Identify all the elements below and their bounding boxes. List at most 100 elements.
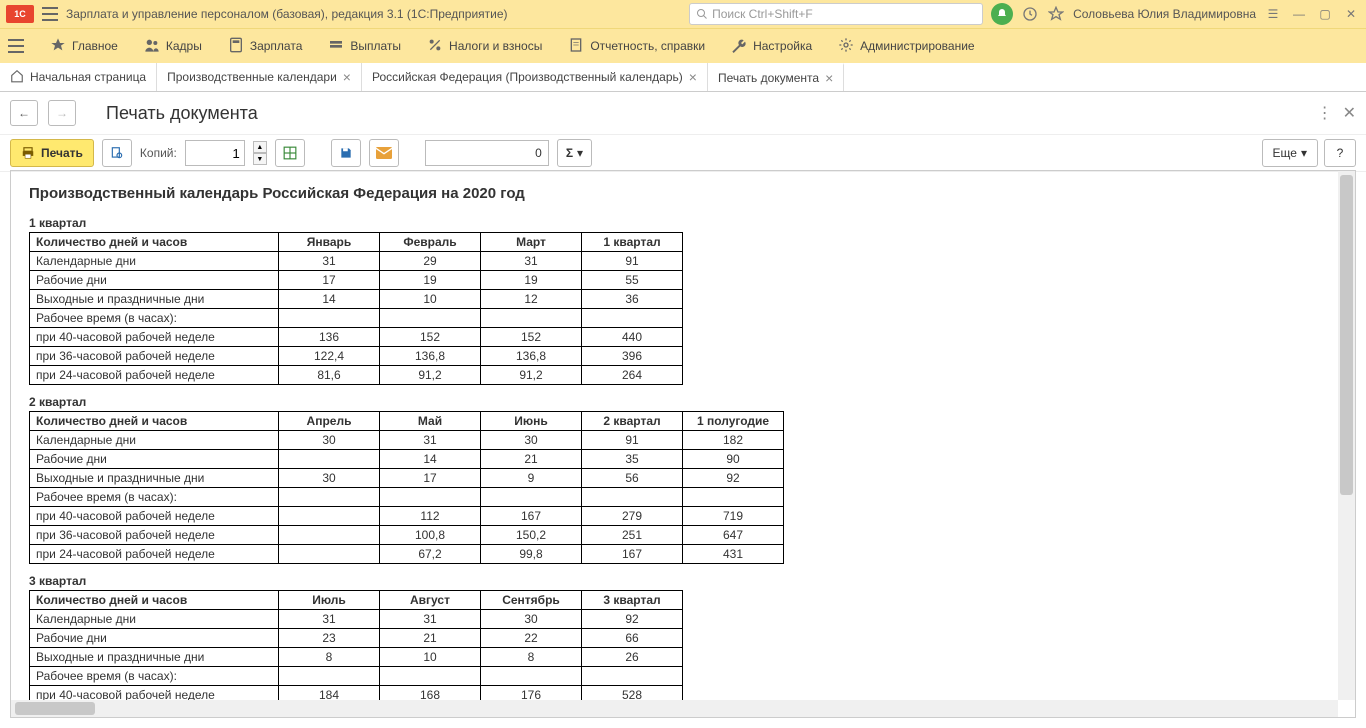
table-cell: 55 [582,271,683,290]
table-header: Количество дней и часов [30,591,279,610]
mainmenu-label: Налоги и взносы [449,39,542,53]
scrollbar-vertical[interactable] [1338,171,1355,700]
sum-button[interactable]: Σ▾ [557,139,592,167]
table-cell [380,309,481,328]
preview-button[interactable] [102,139,132,167]
table-cell [481,488,582,507]
notifications-button[interactable] [991,3,1013,25]
row-label: Рабочее время (в часах): [30,488,279,507]
mainmenu-item[interactable]: Налоги и взносы [427,37,542,56]
scrollbar-thumb[interactable] [1340,175,1353,495]
table-header: Апрель [279,412,380,431]
tab-close-icon[interactable]: × [689,69,697,85]
sections-icon[interactable] [8,39,24,53]
table-cell: 31 [380,431,481,450]
tabs-bar: Начальная страницаПроизводственные кален… [0,63,1366,92]
nav-forward-button[interactable]: → [48,100,76,126]
table-cell: 17 [380,469,481,488]
tab[interactable]: Начальная страница [0,63,157,91]
table-cell [279,507,380,526]
table-cell [380,488,481,507]
tab-close-icon[interactable]: × [343,69,351,85]
table-cell: 440 [582,328,683,347]
table-cell: 90 [683,450,784,469]
page-kebab-icon[interactable]: ⋮ [1317,103,1333,123]
mainmenu-label: Отчетность, справки [590,39,705,53]
table-header: Февраль [380,233,481,252]
table-cell: 152 [380,328,481,347]
table-cell: 8 [279,648,380,667]
mainmenu-item[interactable]: Администрирование [838,37,974,56]
table-cell [481,309,582,328]
table-row: при 40-часовой рабочей неделе13615215244… [30,328,683,347]
tab[interactable]: Производственные календари× [157,63,362,91]
save-button[interactable] [331,139,361,167]
settings-lines-icon[interactable]: ☰ [1264,5,1282,23]
titlebar: 1C Зарплата и управление персоналом (баз… [0,0,1366,28]
tab[interactable]: Российская Федерация (Производственный к… [362,63,708,91]
table-row: Выходные и праздничные дни301795692 [30,469,784,488]
print-button[interactable]: Печать [10,139,94,167]
table-cell [279,526,380,545]
username: Соловьева Юлия Владимировна [1073,7,1256,21]
favorite-icon[interactable] [1047,5,1065,23]
table-cell: 81,6 [279,366,380,385]
tab-close-icon[interactable]: × [825,70,833,86]
hamburger-icon[interactable] [42,7,58,21]
mainmenu-item[interactable]: Отчетность, справки [568,37,705,56]
table-cell: 152 [481,328,582,347]
copies-input[interactable] [185,140,245,166]
table-cell: 66 [582,629,683,648]
table-row: при 40-часовой рабочей неделе11216727971… [30,507,784,526]
document-scroll[interactable]: Производственный календарь Российская Фе… [11,171,1355,717]
layout-button[interactable] [275,139,305,167]
row-label: при 36-часовой рабочей неделе [30,347,279,366]
search-input[interactable]: Поиск Ctrl+Shift+F [689,3,983,25]
printer-icon [21,146,35,160]
table-row: Выходные и праздничные дни810826 [30,648,683,667]
history-icon[interactable] [1021,5,1039,23]
scrollbar-horizontal[interactable] [11,700,1338,717]
gear-icon [838,37,854,56]
mainmenu-label: Зарплата [250,39,303,53]
search-placeholder: Поиск Ctrl+Shift+F [712,7,813,21]
page-close-icon[interactable]: ✕ [1343,103,1356,123]
page-title: Печать документа [106,103,258,124]
mainmenu-item[interactable]: Зарплата [228,37,303,56]
table-header: Количество дней и часов [30,412,279,431]
document-title: Производственный календарь Российская Фе… [29,185,1337,202]
table-header: Август [380,591,481,610]
sum-display: 0 [425,140,549,166]
table-cell [582,488,683,507]
help-button[interactable]: ? [1324,139,1356,167]
table-cell: 36 [582,290,683,309]
table-cell: 167 [481,507,582,526]
table-cell: 719 [683,507,784,526]
table-cell: 31 [481,252,582,271]
more-button[interactable]: Еще▾ [1262,139,1318,167]
people-icon [144,37,160,56]
table-row: при 24-часовой рабочей неделе67,299,8167… [30,545,784,564]
mainmenu-item[interactable]: Кадры [144,37,202,56]
close-window-icon[interactable]: ✕ [1342,5,1360,23]
nav-back-button[interactable]: ← [10,100,38,126]
table-cell: 91 [582,431,683,450]
copies-spinner[interactable]: ▲▼ [253,141,267,165]
chevron-down-icon: ▾ [577,146,583,160]
copies-label: Копий: [140,146,177,160]
calendar-table: Количество дней и часовЯнварьФевральМарт… [29,232,683,385]
table-cell: 91,2 [380,366,481,385]
spin-down-icon[interactable]: ▼ [253,153,267,165]
scrollbar-thumb[interactable] [15,702,95,715]
minimize-icon[interactable]: — [1290,5,1308,23]
row-label: Календарные дни [30,252,279,271]
chevron-down-icon: ▾ [1301,146,1307,160]
email-button[interactable] [369,139,399,167]
table-cell: 136 [279,328,380,347]
mainmenu-item[interactable]: Главное [50,37,118,56]
mainmenu-item[interactable]: Выплаты [328,37,401,56]
mainmenu-item[interactable]: Настройка [731,37,812,56]
tab[interactable]: Печать документа× [708,63,844,91]
maximize-icon[interactable]: ▢ [1316,5,1334,23]
spin-up-icon[interactable]: ▲ [253,141,267,153]
